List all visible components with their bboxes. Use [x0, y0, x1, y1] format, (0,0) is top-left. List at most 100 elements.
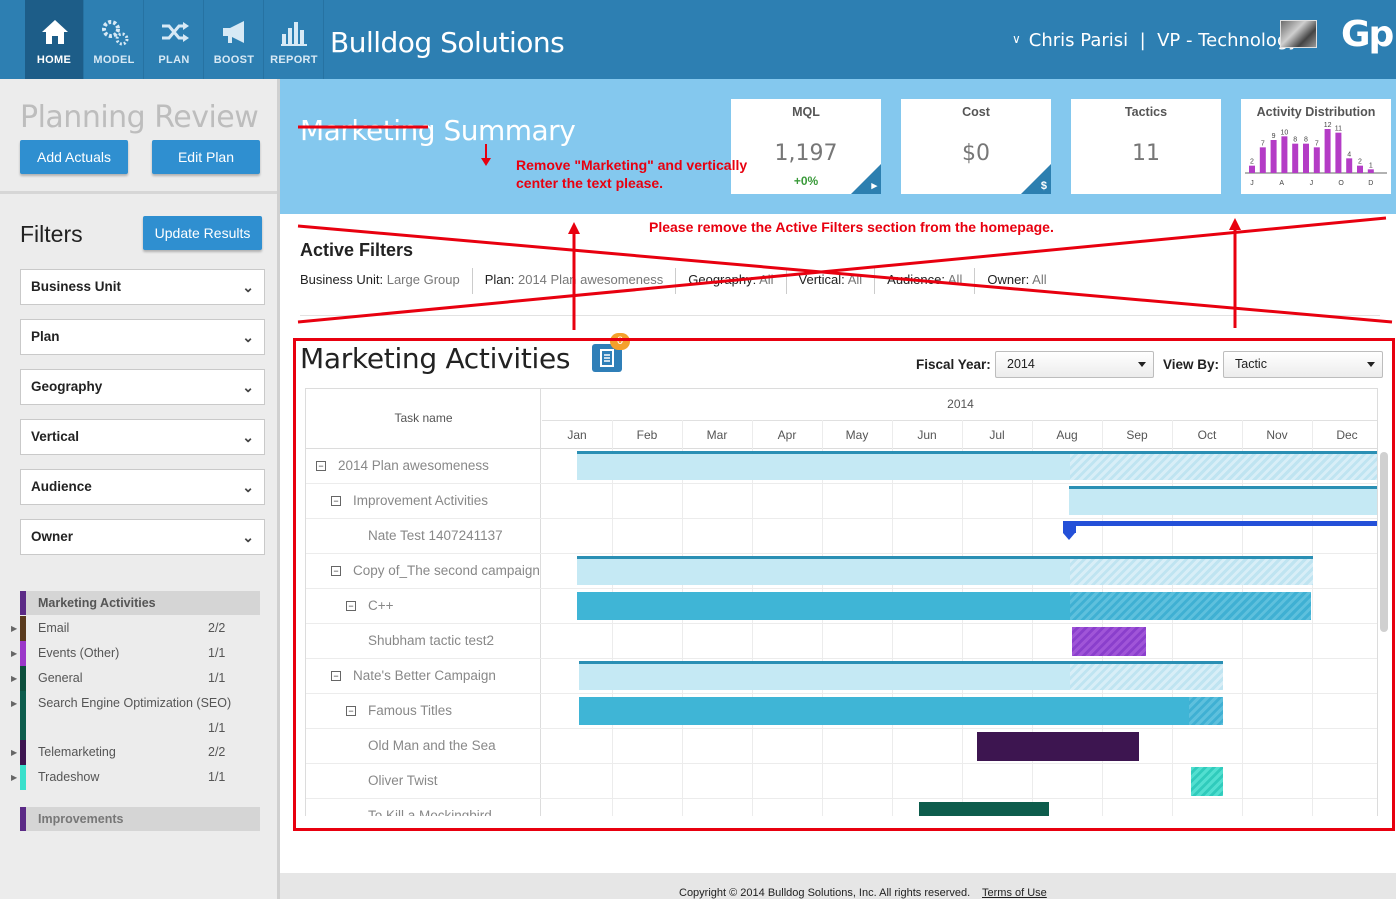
footer-copyright: Copyright © 2014 Bulldog Solutions, Inc.…	[679, 887, 971, 899]
legend-color-swatch	[20, 691, 26, 741]
legend-color-swatch	[20, 765, 26, 790]
gantt-bar-famous-titles[interactable]	[579, 697, 1189, 725]
gantt-bar-famous-titles-forecast[interactable]	[1189, 697, 1223, 725]
gantt-row-divider	[306, 553, 1377, 554]
active-filters-title: Active Filters	[300, 240, 414, 260]
gantt-bar-copy-campaign[interactable]	[577, 559, 1070, 585]
tactics-card[interactable]: Tactics 11	[1071, 99, 1221, 194]
distribution-bar-label: 11	[1335, 126, 1342, 133]
gantt-bar-improvement-activities[interactable]	[1069, 489, 1377, 515]
filters-title: Filters	[20, 221, 83, 247]
gantt-month-label: Feb	[636, 428, 658, 442]
expand-arrow-icon[interactable]: ▶	[11, 624, 17, 633]
caret-down-icon	[1138, 362, 1146, 367]
gantt-task-label[interactable]: Nate Test 1407241137	[368, 528, 503, 543]
expand-arrow-icon[interactable]: ▶	[11, 674, 17, 683]
milestone-marker-icon[interactable]	[1063, 521, 1076, 533]
gantt-bar-nate-test[interactable]	[1076, 521, 1377, 526]
nav-home-button[interactable]: HOME	[25, 0, 84, 79]
collapse-toggle-icon[interactable]: −	[346, 601, 356, 611]
user-menu[interactable]: ∨ Chris Parisi | VP - Technology1	[1012, 30, 1310, 51]
megaphone-icon	[223, 21, 244, 43]
chevron-down-icon: ⌄	[242, 279, 254, 295]
legend-marketing-activities-header[interactable]: Marketing Activities	[20, 591, 260, 615]
distribution-bar	[1367, 169, 1374, 173]
edit-plan-button[interactable]: Edit Plan	[152, 140, 260, 174]
collapse-toggle-icon[interactable]: −	[331, 566, 341, 576]
active-filter-audience: Audience: All	[887, 268, 976, 294]
legend-item-events[interactable]: ▶ Events (Other) 1/1	[0, 641, 260, 666]
collapse-toggle-icon[interactable]: −	[316, 461, 326, 471]
add-actuals-button[interactable]: Add Actuals	[20, 140, 128, 174]
terms-of-use-link[interactable]: Terms of Use	[982, 887, 1047, 899]
gantt-task-label[interactable]: Oliver Twist	[368, 773, 438, 788]
gantt-scrollbar[interactable]	[1380, 452, 1388, 632]
gantt-task-label[interactable]: To Kill a Mockingbird	[368, 808, 492, 816]
gantt-bar-old-man[interactable]	[977, 732, 1139, 761]
gantt-task-label[interactable]: C++	[368, 598, 394, 613]
distribution-axis-label: O	[1338, 180, 1344, 187]
filter-label: Business Unit	[31, 279, 122, 294]
gantt-row-divider	[306, 658, 1377, 659]
app-title: Bulldog Solutions	[330, 26, 565, 59]
active-filter-geography: Geography: All	[688, 268, 787, 294]
collapse-toggle-icon[interactable]: −	[331, 671, 341, 681]
update-results-button[interactable]: Update Results	[143, 216, 262, 250]
legend-item-general[interactable]: ▶ General 1/1	[0, 666, 260, 691]
caret-down-icon	[1367, 362, 1375, 367]
gantt-row-divider	[306, 798, 1377, 799]
gantt-bar-oliver-twist[interactable]	[1191, 767, 1223, 796]
fiscal-year-select[interactable]: 2014	[995, 351, 1154, 378]
gantt-task-label[interactable]: Copy of_The second campaign	[353, 563, 540, 578]
nav-model-button[interactable]: MODEL	[85, 0, 144, 79]
collapse-toggle-icon[interactable]: −	[346, 706, 356, 716]
collapse-toggle-icon[interactable]: −	[331, 496, 341, 506]
gantt-month-label: Mar	[706, 428, 728, 442]
filter-owner-dropdown[interactable]: Owner ⌄	[20, 519, 265, 555]
expand-arrow-icon[interactable]: ▶	[11, 773, 17, 782]
nav-boost-button[interactable]: BOOST	[205, 0, 264, 79]
legend-improvements-header[interactable]: Improvements	[20, 807, 260, 831]
legend-item-name: Tradeshow	[38, 770, 100, 784]
legend-item-tradeshow[interactable]: ▶ Tradeshow 1/1	[0, 765, 260, 790]
filter-vertical-dropdown[interactable]: Vertical ⌄	[20, 419, 265, 455]
gantt-task-label[interactable]: Old Man and the Sea	[368, 738, 496, 753]
gantt-bar-cpp-forecast[interactable]	[1070, 592, 1311, 620]
cost-card[interactable]: Cost $0 $	[901, 99, 1051, 194]
gantt-bar-mockingbird[interactable]	[919, 802, 1049, 816]
filter-geography-dropdown[interactable]: Geography ⌄	[20, 369, 265, 405]
annotation-arrow-head	[568, 222, 580, 234]
filter-audience-dropdown[interactable]: Audience ⌄	[20, 469, 265, 505]
gantt-bar-plan-forecast[interactable]	[1070, 454, 1377, 480]
gantt-bar-copy-campaign-forecast[interactable]	[1070, 559, 1313, 585]
gantt-task-label[interactable]: Nate's Better Campaign	[353, 668, 496, 683]
distribution-bar	[1292, 143, 1299, 173]
legend-item-seo[interactable]: ▶ Search Engine Optimization (SEO) 1/1	[0, 691, 260, 741]
legend-item-count: 1/1	[208, 770, 226, 784]
filter-plan-dropdown[interactable]: Plan ⌄	[20, 319, 265, 355]
legend-item-telemarketing[interactable]: ▶ Telemarketing 2/2	[0, 740, 260, 765]
gantt-bar-nates-campaign-forecast[interactable]	[1070, 664, 1223, 690]
gantt-task-label[interactable]: Shubham tactic test2	[368, 633, 494, 648]
expand-arrow-icon[interactable]: ▶	[11, 649, 17, 658]
gantt-task-label[interactable]: Famous Titles	[368, 703, 452, 718]
nav-plan-button[interactable]: PLAN	[145, 0, 204, 79]
avatar[interactable]	[1280, 20, 1317, 48]
gantt-task-label[interactable]: Improvement Activities	[353, 493, 488, 508]
distribution-axis-label: D	[1368, 180, 1373, 187]
expand-arrow-icon[interactable]: ▶	[11, 699, 17, 708]
nav-report-button[interactable]: REPORT	[265, 0, 324, 79]
gantt-bar-shubham-tactic[interactable]	[1072, 627, 1146, 656]
distribution-bar-label: 10	[1281, 129, 1289, 136]
distribution-bar	[1259, 147, 1266, 173]
filter-business-unit-dropdown[interactable]: Business Unit ⌄	[20, 269, 265, 305]
gantt-row-divider	[306, 693, 1377, 694]
gantt-task-label[interactable]: 2014 Plan awesomeness	[338, 458, 489, 473]
gantt-bar-cpp[interactable]	[577, 592, 1070, 620]
legend-item-email[interactable]: ▶ Email 2/2	[0, 616, 260, 641]
gantt-bar-nates-campaign[interactable]	[579, 664, 1070, 690]
view-by-select[interactable]: Tactic	[1223, 351, 1383, 378]
expand-arrow-icon[interactable]: ▶	[11, 748, 17, 757]
gantt-bar-plan[interactable]	[577, 454, 1070, 480]
activity-distribution-card[interactable]: Activity Distribution 2 7 9 10 8 8 7 12 11 4 2 1 J A J…	[1241, 99, 1391, 194]
